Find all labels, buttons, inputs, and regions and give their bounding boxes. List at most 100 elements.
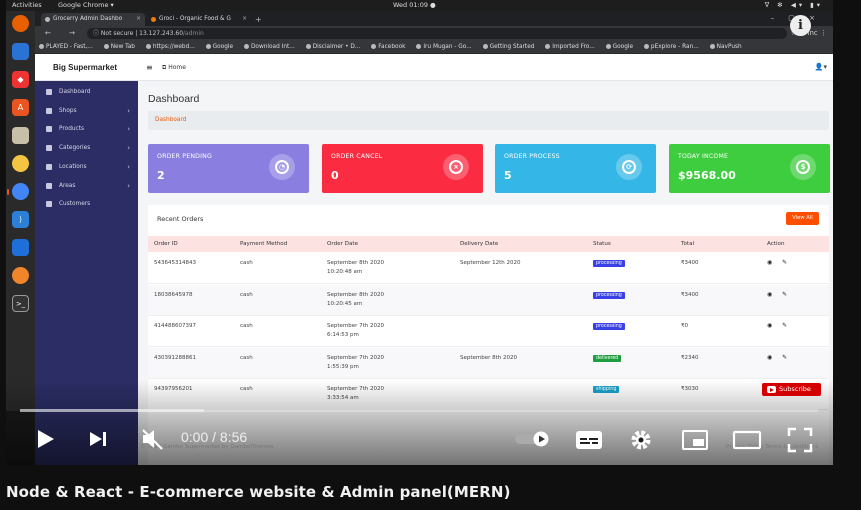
sidebar-item-dashboard[interactable]: Dashboard: [35, 83, 138, 101]
active-app-indicator: [7, 189, 9, 195]
row-actions: ◉ ✎: [767, 259, 791, 266]
edit-icon[interactable]: ✎: [782, 354, 791, 361]
brand-logo[interactable]: Big Supermarket: [53, 54, 117, 81]
miniplayer-icon[interactable]: [681, 429, 709, 451]
fullscreen-icon[interactable]: [787, 427, 813, 453]
bookmark-item[interactable]: New Tab: [103, 44, 135, 50]
stat-card-order-pending[interactable]: ORDER PENDING 2 ◔: [148, 144, 309, 193]
tab-groci[interactable]: Groci - Organic Food & G ×: [147, 13, 251, 26]
bookmark-item[interactable]: Iru Mugan - Go...: [416, 44, 472, 50]
area-icon: [46, 182, 52, 189]
breadcrumb[interactable]: Dashboard: [148, 111, 829, 130]
bookmark-item[interactable]: Getting Started: [482, 44, 534, 50]
delivery-date: September 12th 2020: [460, 260, 521, 266]
url-host: 13.127.243.60: [139, 30, 184, 37]
bookmark-item[interactable]: NavPush: [709, 44, 742, 50]
order-date: September 7th 2020: [327, 354, 385, 361]
bookmark-item[interactable]: Disclaimer • D...: [305, 44, 360, 50]
subscribe-label: Subscribe: [779, 385, 811, 393]
sidebar-item-areas[interactable]: Areas ›: [35, 177, 138, 195]
bookmark-item[interactable]: Imported Fro...: [545, 44, 595, 50]
view-eye-icon[interactable]: ◉: [767, 354, 776, 361]
stat-card-order-cancel[interactable]: ORDER CANCEL 0 ×: [322, 144, 483, 193]
theater-mode-icon[interactable]: [732, 430, 762, 450]
bookmark-item[interactable]: Google: [205, 44, 233, 50]
order-time: 10:20:48 am: [327, 269, 363, 275]
money-icon: $: [790, 154, 816, 180]
bookmark-item[interactable]: Google: [605, 44, 633, 50]
settings-gear-icon[interactable]: [629, 428, 653, 452]
next-icon[interactable]: [88, 430, 110, 448]
video-frame[interactable]: Activities Google Chrome ▾ Wed 01:09 ● ᐁ…: [6, 0, 833, 465]
order-time: 6:14:53 pm: [327, 332, 359, 338]
view-all-button[interactable]: View All: [786, 212, 819, 225]
progress-bar[interactable]: [20, 409, 818, 412]
order-date: September 7th 2020: [327, 323, 385, 329]
edit-icon[interactable]: ✎: [782, 291, 791, 298]
close-icon[interactable]: ×: [136, 13, 141, 26]
ubuntu-top-bar: Activities Google Chrome ▾ Wed 01:09 ● ᐁ…: [6, 0, 833, 11]
user-menu-icon[interactable]: 👤▾: [815, 54, 827, 81]
column-header: Total: [681, 241, 695, 247]
stat-card-value: 0: [331, 169, 339, 182]
subscribe-button[interactable]: Subscribe: [762, 383, 821, 396]
menu-toggle-icon[interactable]: ≡: [146, 54, 153, 81]
home-label: Home: [168, 64, 186, 71]
files-icon: [12, 127, 29, 144]
tab-admin[interactable]: Grocerry Admin Dashbo ×: [41, 13, 145, 26]
page-title: Dashboard: [148, 93, 200, 105]
edit-icon[interactable]: ✎: [782, 259, 791, 266]
url-field[interactable]: ⓘ Not secure | 13.127.243.60/admin: [87, 28, 787, 39]
autoplay-toggle[interactable]: [514, 431, 550, 447]
table-row[interactable]: 18038645978 cash September 8th 2020 10:20:4…: [148, 284, 829, 316]
status-badge-label: delivered: [593, 354, 622, 362]
sidebar-item-categories[interactable]: Categories ›: [35, 139, 138, 157]
youtube-player-page: Activities Google Chrome ▾ Wed 01:09 ● ᐁ…: [0, 0, 861, 510]
sidebar-item-customers[interactable]: Customers: [35, 195, 138, 213]
view-eye-icon[interactable]: ◉: [767, 291, 776, 298]
bookmark-item[interactable]: Facebook: [371, 44, 406, 50]
order-id: 414488607397: [154, 323, 196, 329]
bookmark-item[interactable]: https://webd...: [145, 44, 195, 50]
sidebar-item-shops[interactable]: Shops ›: [35, 102, 138, 120]
stat-card-title: ORDER CANCEL: [331, 153, 383, 160]
table-row[interactable]: 414488607397 cash September 7th 2020 6:14:5…: [148, 316, 829, 347]
bookmark-item[interactable]: Download Int...: [243, 44, 295, 50]
stat-card-order-process[interactable]: ORDER PROCESS 5 ⟳: [495, 144, 656, 193]
brand-area: Big Supermarket: [35, 54, 138, 81]
bookmark-item[interactable]: pExplore - Ran...: [643, 44, 699, 50]
browser-tab-strip: Grocerry Admin Dashbo × Groci - Organic …: [35, 11, 833, 26]
bookmark-item[interactable]: PLAYED - Fast,...: [39, 44, 93, 50]
close-icon[interactable]: ×: [242, 13, 247, 26]
sidebar-item-locations[interactable]: Locations ›: [35, 158, 138, 176]
delivery-date: September 8th 2020: [460, 354, 518, 361]
sidebar-item-label: Locations: [59, 163, 87, 170]
row-actions: ◉ ✎: [767, 354, 791, 361]
activities-label: Activities: [12, 1, 42, 9]
table-row[interactable]: 543645314843 cash September 8th 2020 10:20:…: [148, 253, 829, 284]
stat-card-title: ORDER PENDING: [157, 153, 212, 160]
table-row[interactable]: 430391288861 cash September 7th 2020 1:55:3…: [148, 347, 829, 379]
mute-icon[interactable]: [140, 427, 166, 451]
home-link[interactable]: ⧉ Home: [162, 54, 186, 81]
vscode-icon: ⟩: [12, 211, 29, 228]
sidebar-item-products[interactable]: Products ›: [35, 120, 138, 138]
view-eye-icon[interactable]: ◉: [767, 322, 776, 329]
admin-top-nav: ≡ ⧉ Home 👤▾: [138, 54, 833, 81]
new-tab-button[interactable]: +: [255, 13, 262, 26]
play-icon[interactable]: [36, 428, 56, 450]
captions-icon[interactable]: [575, 430, 603, 450]
edit-icon[interactable]: ✎: [782, 322, 791, 329]
info-icon[interactable]: i: [790, 15, 811, 36]
stat-card-today-income[interactable]: TODAY INCOME $9568.00 $: [669, 144, 830, 193]
chrome-remote-icon: [12, 43, 29, 60]
view-eye-icon[interactable]: ◉: [767, 259, 776, 266]
chevron-right-icon: ›: [127, 125, 130, 134]
column-header: Action: [767, 241, 785, 247]
stat-card-value: 2: [157, 169, 165, 182]
document-icon: [12, 239, 29, 256]
order-time: 1:55:39 pm: [327, 363, 359, 370]
video-title[interactable]: Node & React - E-commerce website & Admi…: [6, 483, 511, 501]
status-badge-label: processing: [593, 323, 625, 330]
order-id: 543645314843: [154, 260, 196, 266]
